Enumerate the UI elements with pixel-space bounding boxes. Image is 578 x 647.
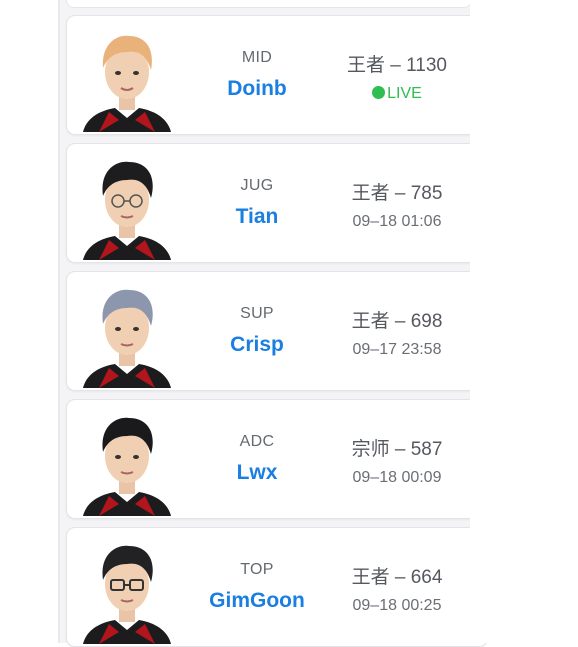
player-name-link[interactable]: GimGoon <box>193 589 321 613</box>
player-avatar <box>81 540 173 644</box>
player-card-jug[interactable]: JUG Tian 王者 – 785 09–18 01:06 <box>66 143 488 263</box>
live-label: LIVE <box>387 85 422 102</box>
player-portrait-icon <box>83 35 171 132</box>
player-role: SUP <box>240 305 274 322</box>
player-rank: 王者 – 785 <box>351 183 443 204</box>
previous-card-edge <box>66 0 472 8</box>
player-role: ADC <box>239 433 275 450</box>
player-name-link[interactable]: Lwx <box>193 461 321 485</box>
last-played-time: 09–18 01:06 <box>352 213 442 230</box>
player-card-top[interactable]: TOP GimGoon 王者 – 664 09–18 00:25 <box>66 527 488 647</box>
player-portrait-icon <box>83 417 171 516</box>
player-avatar <box>81 28 173 132</box>
page-background <box>470 0 578 643</box>
player-avatar <box>81 284 173 388</box>
live-dot-icon <box>372 86 386 99</box>
player-name-link[interactable]: Tian <box>193 205 321 229</box>
player-portrait-icon <box>83 545 171 644</box>
player-avatar <box>81 156 173 260</box>
player-name-link[interactable]: Crisp <box>193 333 321 357</box>
player-rank: 王者 – 1130 <box>347 55 447 76</box>
panel-divider <box>58 0 60 643</box>
player-rank: 王者 – 664 <box>351 567 443 588</box>
player-rank: 宗师 – 587 <box>351 439 443 460</box>
player-avatar <box>81 412 173 516</box>
player-rank: 王者 – 698 <box>351 311 443 332</box>
player-role: JUG <box>240 177 274 194</box>
last-played-time: 09–17 23:58 <box>352 341 442 358</box>
player-portrait-icon <box>83 161 171 260</box>
player-name-link[interactable]: Doinb <box>193 77 321 101</box>
last-played-time: 09–18 00:25 <box>352 597 442 614</box>
player-portrait-icon <box>83 289 171 388</box>
player-card-mid[interactable]: MID Doinb 王者 – 1130 LIVE <box>66 15 488 135</box>
live-status: LIVE <box>337 85 457 103</box>
player-card-adc[interactable]: ADC Lwx 宗师 – 587 09–18 00:09 <box>66 399 488 519</box>
player-card-sup[interactable]: SUP Crisp 王者 – 698 09–17 23:58 <box>66 271 488 391</box>
player-role: TOP <box>240 561 274 578</box>
player-role: MID <box>241 49 273 66</box>
last-played-time: 09–18 00:09 <box>352 469 442 486</box>
